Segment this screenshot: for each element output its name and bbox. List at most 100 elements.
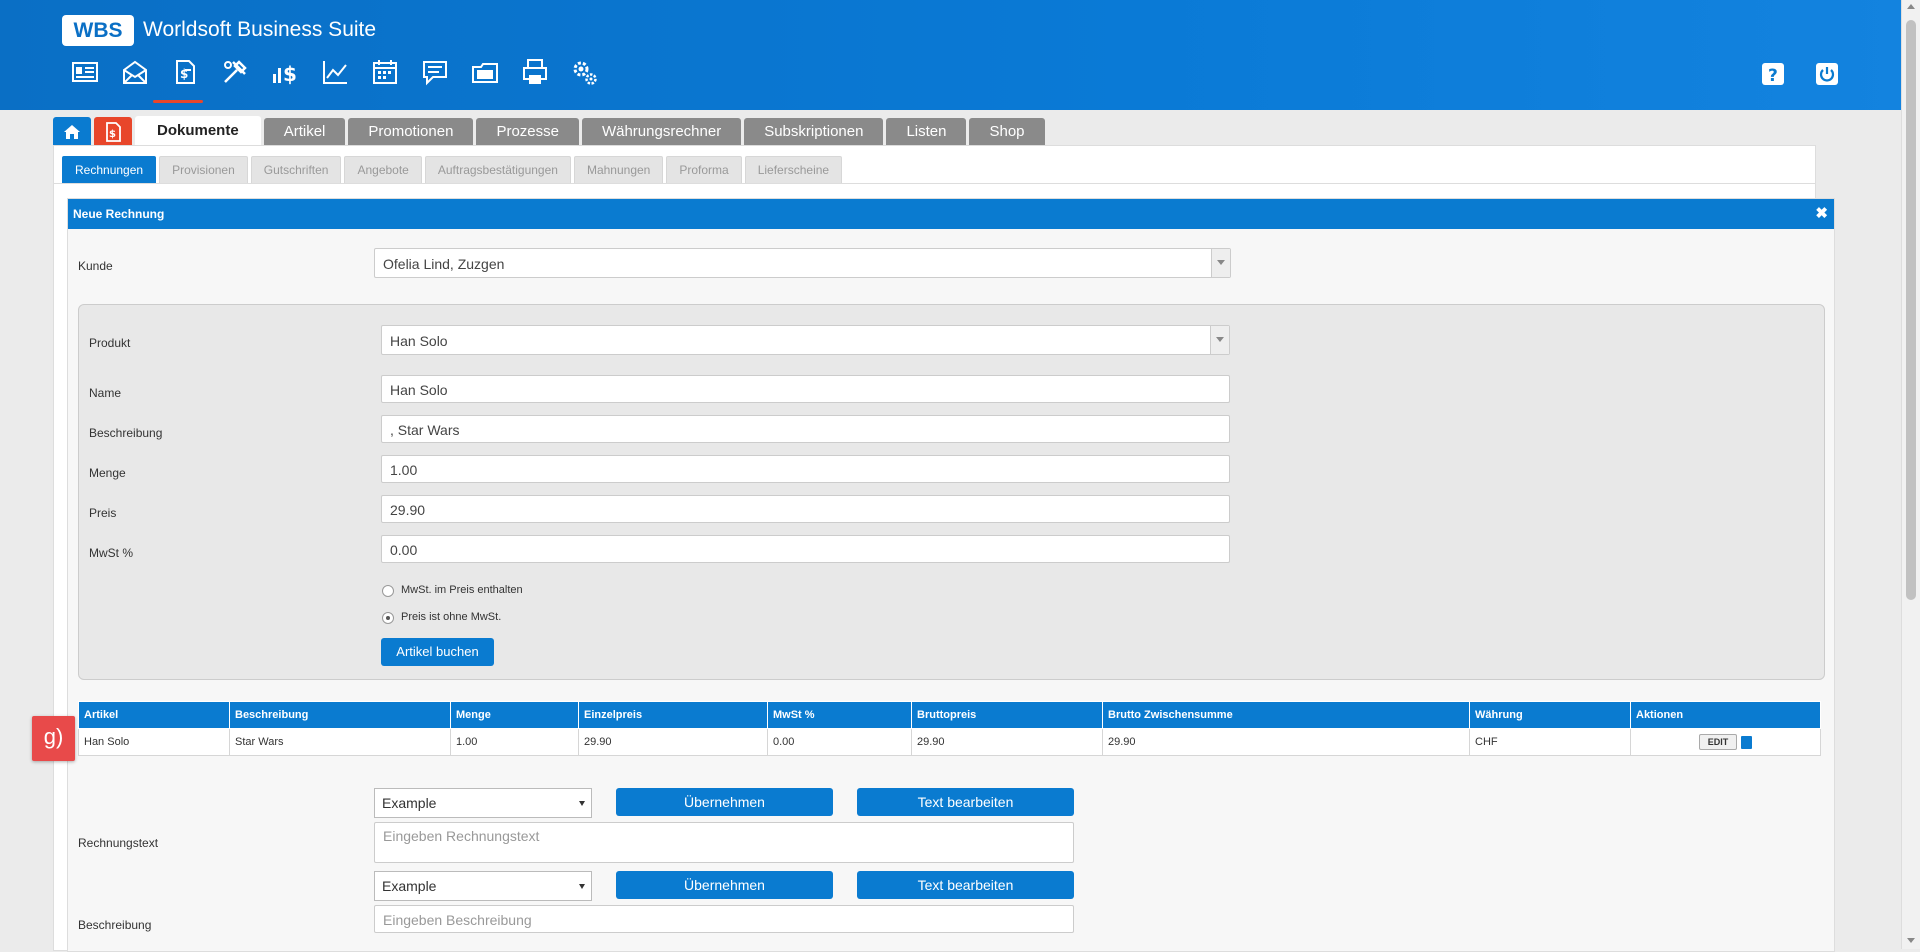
rechnungstext-template-select[interactable]: Example bbox=[374, 788, 592, 818]
svg-text:?: ? bbox=[1768, 66, 1778, 86]
top-header: WBS Worldsoft Business Suite $ $ ? bbox=[0, 0, 1902, 110]
chevron-down-icon bbox=[1211, 249, 1230, 277]
messages-icon[interactable] bbox=[410, 58, 460, 94]
tools-icon[interactable] bbox=[210, 58, 260, 94]
cell-beschreibung: Star Wars bbox=[229, 728, 451, 756]
subtab-provisionen[interactable]: Provisionen bbox=[159, 156, 248, 183]
files-icon[interactable] bbox=[460, 58, 510, 94]
tab-artikel[interactable]: Artikel bbox=[263, 118, 346, 146]
tab-shop[interactable]: Shop bbox=[969, 118, 1045, 146]
tab-home[interactable] bbox=[53, 117, 91, 146]
tab-prozesse[interactable]: Prozesse bbox=[476, 118, 579, 146]
tab-subskriptionen[interactable]: Subskriptionen bbox=[744, 118, 884, 146]
content-panel: Rechnungen Provisionen Gutschriften Ange… bbox=[53, 145, 1835, 952]
col-mwst: MwSt % bbox=[767, 701, 912, 729]
chevron-down-icon bbox=[1210, 326, 1229, 354]
kunde-label: Kunde bbox=[78, 259, 113, 273]
svg-text:$: $ bbox=[109, 129, 116, 140]
beschreibung-label: Beschreibung bbox=[89, 426, 163, 440]
beschreibung-input[interactable]: , Star Wars bbox=[381, 415, 1230, 443]
form-header: Neue Rechnung ✖ bbox=[68, 199, 1834, 229]
cell-bruttopreis: 29.90 bbox=[911, 728, 1103, 756]
mwst-input[interactable]: 0.00 bbox=[381, 535, 1230, 563]
produkt-value: Han Solo bbox=[390, 333, 448, 349]
help-icon[interactable]: ? bbox=[1759, 60, 1787, 88]
step-marker-badge: g) bbox=[32, 716, 75, 761]
menge-input[interactable]: 1.00 bbox=[381, 455, 1230, 483]
preis-label: Preis bbox=[89, 506, 117, 520]
settings-icon[interactable] bbox=[560, 58, 610, 94]
power-icon[interactable] bbox=[1813, 60, 1841, 88]
calendar-icon[interactable] bbox=[360, 58, 410, 94]
cell-einzelpreis: 29.90 bbox=[578, 728, 768, 756]
beschreibung-apply-button[interactable]: Übernehmen bbox=[616, 871, 833, 899]
name-label: Name bbox=[89, 386, 122, 400]
main-tabs: $ Dokumente Artikel Promotionen Prozesse… bbox=[53, 116, 1048, 146]
scroll-down-arrow-icon[interactable] bbox=[1907, 938, 1915, 943]
col-bruttopreis: Bruttopreis bbox=[911, 701, 1103, 729]
new-invoice-form: Neue Rechnung ✖ Kunde Ofelia Lind, Zuzge… bbox=[67, 198, 1835, 952]
col-einzelpreis: Einzelpreis bbox=[578, 701, 768, 729]
beschreibung-text-input[interactable]: Eingeben Beschreibung bbox=[374, 905, 1074, 933]
col-menge: Menge bbox=[450, 701, 579, 729]
radio-without-mwst-label: Preis ist ohne MwSt. bbox=[401, 611, 502, 623]
subtab-proforma[interactable]: Proforma bbox=[666, 156, 742, 183]
items-table: Artikel Beschreibung Menge Einzelpreis M… bbox=[78, 701, 1821, 756]
mwst-label: MwSt % bbox=[89, 546, 134, 560]
tab-listen[interactable]: Listen bbox=[886, 118, 967, 146]
subtab-lieferscheine[interactable]: Lieferscheine bbox=[744, 156, 843, 183]
rechnungstext-textarea[interactable]: Eingeben Rechnungstext bbox=[374, 822, 1074, 863]
close-icon[interactable]: ✖ bbox=[1815, 199, 1828, 229]
contacts-icon[interactable] bbox=[60, 58, 110, 94]
svg-text:$: $ bbox=[283, 62, 297, 86]
documents-tab-icon: $ bbox=[106, 121, 121, 142]
cell-aktionen: EDIT bbox=[1630, 728, 1821, 756]
cell-brutto-zwischensumme: 29.90 bbox=[1102, 728, 1470, 756]
produkt-select[interactable]: Han Solo bbox=[381, 325, 1230, 355]
cell-waehrung: CHF bbox=[1469, 728, 1631, 756]
preis-input[interactable]: 29.90 bbox=[381, 495, 1230, 523]
col-waehrung: Währung bbox=[1469, 701, 1631, 729]
kunde-select[interactable]: Ofelia Lind, Zuzgen bbox=[374, 248, 1231, 278]
page-scrollbar[interactable] bbox=[1901, 0, 1920, 949]
subtab-gutschriften[interactable]: Gutschriften bbox=[250, 156, 342, 183]
col-artikel: Artikel bbox=[78, 701, 230, 729]
rechnungstext-edit-button[interactable]: Text bearbeiten bbox=[857, 788, 1074, 816]
radio-mwst-included[interactable] bbox=[382, 585, 394, 597]
scroll-thumb[interactable] bbox=[1906, 20, 1916, 600]
chart-icon[interactable] bbox=[310, 58, 360, 94]
artikel-buchen-button[interactable]: Artikel buchen bbox=[381, 638, 494, 666]
beschreibung-template-select[interactable]: Example bbox=[374, 871, 592, 901]
mail-icon[interactable] bbox=[110, 58, 160, 94]
tab-promotionen[interactable]: Promotionen bbox=[348, 118, 474, 146]
table-row: Han Solo Star Wars 1.00 29.90 0.00 29.90… bbox=[78, 728, 1821, 756]
form-title: Neue Rechnung bbox=[73, 207, 165, 221]
tab-waehrungsrechner[interactable]: Währungsrechner bbox=[581, 118, 742, 146]
tab-dokumente[interactable]: Dokumente bbox=[135, 116, 261, 146]
finance-icon[interactable]: $ bbox=[260, 58, 310, 94]
documents-icon[interactable]: $ bbox=[160, 58, 210, 94]
beschreibung-edit-button[interactable]: Text bearbeiten bbox=[857, 871, 1074, 899]
radio-without-mwst[interactable] bbox=[382, 612, 394, 624]
table-header-row: Artikel Beschreibung Menge Einzelpreis M… bbox=[78, 701, 1821, 729]
produkt-label: Produkt bbox=[89, 336, 131, 350]
sub-tabs: Rechnungen Provisionen Gutschriften Ange… bbox=[62, 156, 845, 183]
subtab-auftragsbestaetigungen[interactable]: Auftragsbestätigungen bbox=[424, 156, 571, 183]
subtab-angebote[interactable]: Angebote bbox=[344, 156, 422, 183]
col-beschreibung: Beschreibung bbox=[229, 701, 451, 729]
radio-mwst-included-label: MwSt. im Preis enthalten bbox=[401, 584, 523, 596]
edit-button[interactable]: EDIT bbox=[1698, 734, 1738, 750]
scroll-up-arrow-icon[interactable] bbox=[1907, 4, 1915, 9]
subtab-mahnungen[interactable]: Mahnungen bbox=[573, 156, 664, 183]
cell-mwst: 0.00 bbox=[767, 728, 912, 756]
delete-icon[interactable] bbox=[1741, 735, 1753, 749]
name-input[interactable]: Han Solo bbox=[381, 375, 1230, 403]
cell-menge: 1.00 bbox=[450, 728, 579, 756]
tab-documents-icon[interactable]: $ bbox=[94, 117, 132, 146]
col-aktionen: Aktionen bbox=[1630, 701, 1821, 729]
home-icon bbox=[64, 124, 80, 139]
rechnungstext-apply-button[interactable]: Übernehmen bbox=[616, 788, 833, 816]
kunde-value: Ofelia Lind, Zuzgen bbox=[383, 256, 505, 272]
subtab-rechnungen[interactable]: Rechnungen bbox=[62, 156, 157, 183]
print-icon[interactable] bbox=[510, 58, 560, 94]
